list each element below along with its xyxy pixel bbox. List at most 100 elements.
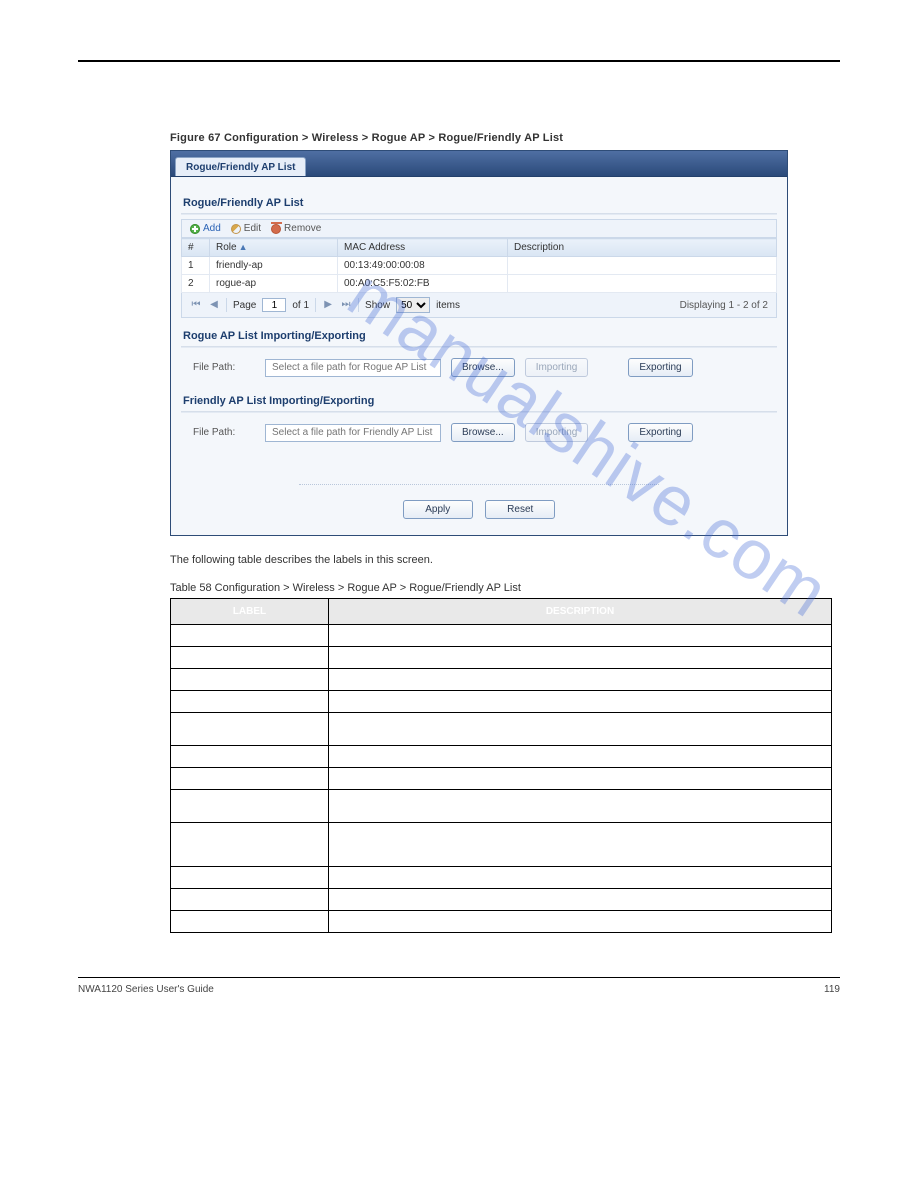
desc-label: File Path / Browse / Importing bbox=[171, 823, 329, 867]
section-title-rogue-ie: Rogue AP List Importing/Exporting bbox=[181, 324, 777, 346]
divider bbox=[358, 298, 359, 312]
file-path-label: File Path: bbox=[193, 427, 255, 438]
cell-mac: 00:13:49:00:00:08 bbox=[338, 257, 508, 275]
grid-toolbar: Add Edit Remove bbox=[181, 219, 777, 238]
reset-button[interactable]: Reset bbox=[485, 500, 555, 519]
desc-label: MAC Address bbox=[171, 746, 329, 768]
page-size-select[interactable]: 50 bbox=[396, 297, 430, 313]
rogue-file-row: File Path: Browse... Importing Exporting bbox=[181, 352, 777, 383]
desc-label: Add bbox=[171, 625, 329, 647]
page-label: Page bbox=[233, 300, 256, 311]
app-window: Rogue/Friendly AP List Rogue/Friendly AP… bbox=[170, 150, 788, 536]
next-page-button[interactable]: ▶ bbox=[322, 299, 334, 311]
desc-label: Rogue/Friendly AP List Importing/Exporti… bbox=[171, 790, 329, 823]
desc-value: Click Apply to save your changes back to… bbox=[329, 889, 832, 911]
desc-value: This field indicates the AP's radio MAC … bbox=[329, 746, 832, 768]
table-row[interactable]: 2 rogue-ap 00:A0:C5:F5:02:FB bbox=[182, 275, 777, 293]
add-button[interactable]: Add bbox=[190, 223, 221, 234]
tab-bar: Rogue/Friendly AP List bbox=[171, 151, 787, 177]
edit-button[interactable]: Edit bbox=[231, 223, 261, 234]
importing-button: Importing bbox=[525, 358, 589, 377]
desc-label: Remove bbox=[171, 669, 329, 691]
trash-icon bbox=[271, 224, 281, 234]
desc-label: Description bbox=[171, 768, 329, 790]
friendly-file-path-input[interactable] bbox=[265, 424, 441, 442]
exporting-button[interactable]: Exporting bbox=[628, 358, 692, 377]
display-range: Displaying 1 - 2 of 2 bbox=[680, 300, 768, 311]
page-of-label: of 1 bbox=[292, 300, 309, 311]
divider bbox=[181, 213, 777, 215]
tab-rogue-friendly[interactable]: Rogue/Friendly AP List bbox=[175, 157, 306, 176]
desc-value: Click this button to add an AP to the li… bbox=[329, 625, 832, 647]
col-desc[interactable]: Description bbox=[508, 239, 777, 257]
sort-asc-icon: ▲ bbox=[239, 242, 248, 252]
desc-col-desc: DESCRIPTION bbox=[329, 599, 832, 625]
edit-label: Edit bbox=[244, 223, 261, 234]
items-label: items bbox=[436, 300, 460, 311]
section-title-friendly-ie: Friendly AP List Importing/Exporting bbox=[181, 389, 777, 411]
desc-value: This field displays the AP's description… bbox=[329, 768, 832, 790]
cell-mac: 00:A0:C5:F5:02:FB bbox=[338, 275, 508, 293]
divider bbox=[226, 298, 227, 312]
col-role[interactable]: Role▲ bbox=[210, 239, 338, 257]
section-title-list: Rogue/Friendly AP List bbox=[181, 191, 777, 213]
divider bbox=[299, 484, 659, 485]
table-row[interactable]: 1 friendly-ap 00:13:49:00:00:08 bbox=[182, 257, 777, 275]
page-footer: NWA1120 Series User's Guide 119 bbox=[0, 978, 918, 995]
desc-value: This field indicates whether the selecte… bbox=[329, 713, 832, 746]
desc-label: Exporting bbox=[171, 867, 329, 889]
desc-label: Edit bbox=[171, 647, 329, 669]
col-mac[interactable]: MAC Address bbox=[338, 239, 508, 257]
col-index[interactable]: # bbox=[182, 239, 210, 257]
desc-value: Enter the file name and path of the list… bbox=[329, 823, 832, 867]
friendly-file-row: File Path: Browse... Importing Exporting bbox=[181, 417, 777, 448]
file-path-label: File Path: bbox=[193, 362, 255, 373]
figure-caption: Figure 67 Configuration > Wireless > Rog… bbox=[170, 132, 918, 144]
desc-col-label: LABEL bbox=[171, 599, 329, 625]
desc-value: Select an AP in the list to edit and rea… bbox=[329, 647, 832, 669]
page-number: 119 bbox=[824, 984, 840, 995]
plus-icon bbox=[190, 224, 200, 234]
remove-label: Remove bbox=[284, 223, 321, 234]
desc-value: Click Reset to return the screen to its … bbox=[329, 911, 832, 933]
cell-index: 1 bbox=[182, 257, 210, 275]
desc-label: Apply bbox=[171, 889, 329, 911]
desc-label: # bbox=[171, 691, 329, 713]
desc-intro-text: The following table describes the labels… bbox=[170, 554, 918, 566]
cell-role: friendly-ap bbox=[210, 257, 338, 275]
description-table: LABEL DESCRIPTION AddClick this button t… bbox=[170, 598, 832, 933]
pager: ⏮ ◀ Page of 1 ▶ ⏭ Show 50 items Displayi… bbox=[181, 293, 777, 318]
first-page-button[interactable]: ⏮ bbox=[190, 299, 202, 311]
footer-guide-title: NWA1120 Series User's Guide bbox=[78, 984, 214, 995]
divider bbox=[181, 346, 777, 348]
desc-value: This field is a sequential value, and it… bbox=[329, 691, 832, 713]
divider bbox=[315, 298, 316, 312]
rogue-file-path-input[interactable] bbox=[265, 359, 441, 377]
apply-button[interactable]: Apply bbox=[403, 500, 473, 519]
browse-button[interactable]: Browse... bbox=[451, 423, 515, 442]
desc-label: Reset bbox=[171, 911, 329, 933]
remove-button[interactable]: Remove bbox=[271, 223, 321, 234]
show-label: Show bbox=[365, 300, 390, 311]
browse-button[interactable]: Browse... bbox=[451, 358, 515, 377]
table-caption: Table 58 Configuration > Wireless > Rogu… bbox=[170, 582, 918, 594]
desc-value: Click this button to export the current … bbox=[329, 867, 832, 889]
col-role-label: Role bbox=[216, 242, 237, 253]
prev-page-button[interactable]: ◀ bbox=[208, 299, 220, 311]
page-input[interactable] bbox=[262, 298, 286, 312]
cell-role: rogue-ap bbox=[210, 275, 338, 293]
desc-value: Select an AP in the list to remove. bbox=[329, 669, 832, 691]
cell-index: 2 bbox=[182, 275, 210, 293]
pencil-icon bbox=[231, 224, 241, 234]
cell-desc bbox=[508, 257, 777, 275]
divider bbox=[181, 411, 777, 413]
ap-grid: # Role▲ MAC Address Description 1 friend… bbox=[181, 238, 777, 293]
page-top-rule bbox=[78, 60, 840, 62]
desc-value: These controls allow you to export the c… bbox=[329, 790, 832, 823]
importing-button: Importing bbox=[525, 423, 589, 442]
last-page-button[interactable]: ⏭ bbox=[340, 299, 352, 311]
cell-desc bbox=[508, 275, 777, 293]
exporting-button[interactable]: Exporting bbox=[628, 423, 692, 442]
desc-label: Role bbox=[171, 713, 329, 746]
add-label: Add bbox=[203, 223, 221, 234]
